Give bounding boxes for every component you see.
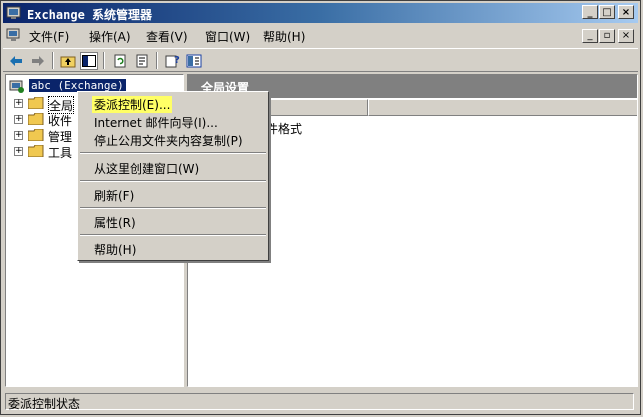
up-folder-icon[interactable] <box>59 52 77 70</box>
menu-separator <box>80 180 266 182</box>
status-bar: 委派控制状态 <box>3 391 638 412</box>
window-title: Exchange 系统管理器 <box>27 8 153 22</box>
menu-item-stop-public-folder-replication[interactable]: 停止公用文件夹内容复制(P) <box>94 132 243 149</box>
menu-file[interactable]: 文件(F) <box>29 28 69 45</box>
menu-item-delegate-control[interactable]: 委派控制(E)... <box>92 96 173 113</box>
status-panel: 委派控制状态 <box>5 393 634 411</box>
toolbar-separator <box>156 52 158 69</box>
expand-toggle[interactable]: + <box>14 131 23 140</box>
properties-help-icon[interactable]: ? <box>164 52 182 70</box>
mdi-restore-button[interactable]: ▫ <box>599 29 615 43</box>
expand-toggle[interactable]: + <box>14 99 23 108</box>
tree-node-recipients[interactable]: 收件 <box>48 112 72 128</box>
tree-node-tools[interactable]: 工具 <box>48 144 72 160</box>
toolbar-separator <box>103 52 105 69</box>
folder-icon <box>28 129 44 141</box>
maximize-button[interactable]: □ <box>599 5 615 19</box>
forward-arrow-icon[interactable] <box>29 52 47 70</box>
menu-action[interactable]: 操作(A) <box>89 28 131 45</box>
menu-item-internet-mail-wizard[interactable]: Internet 邮件向导(I)... <box>94 114 218 131</box>
mdi-close-button[interactable]: × <box>618 29 634 43</box>
refresh-icon[interactable] <box>111 52 129 70</box>
menu-help[interactable]: 帮助(H) <box>263 28 305 45</box>
context-menu: 委派控制(E)... Internet 邮件向导(I)... 停止公用文件夹内容… <box>77 91 269 261</box>
menu-bar: 文件(F) 操作(A) 查看(V) 窗口(W) 帮助(H) _ ▫ × <box>3 25 638 46</box>
mmc-child-window-icon[interactable] <box>6 27 22 43</box>
exchange-app-icon <box>6 6 21 19</box>
menu-item-refresh[interactable]: 刷新(F) <box>94 187 134 204</box>
minimize-button[interactable]: _ <box>582 5 598 19</box>
mdi-minimize-button[interactable]: _ <box>582 29 598 43</box>
show-tree-icon[interactable] <box>80 52 98 70</box>
column-header[interactable] <box>368 99 637 116</box>
toolbar-separator <box>52 52 54 69</box>
toolbar: ? <box>3 48 638 72</box>
status-text: 委派控制状态 <box>8 397 81 411</box>
tree-node-admin[interactable]: 管理 <box>48 128 72 144</box>
export-list-icon[interactable] <box>133 52 151 70</box>
close-button[interactable]: × <box>618 5 634 19</box>
menu-separator <box>80 234 266 236</box>
menu-item-properties[interactable]: 属性(R) <box>94 214 136 231</box>
menu-item-help[interactable]: 帮助(H) <box>94 241 136 258</box>
exchange-org-icon <box>9 80 24 93</box>
menu-view[interactable]: 查看(V) <box>146 28 188 45</box>
mmc-snapin-icon[interactable] <box>185 52 203 70</box>
menu-separator <box>80 152 266 154</box>
menu-separator <box>80 207 266 209</box>
menu-item-new-window-from-here[interactable]: 从这里创建窗口(W) <box>94 160 199 177</box>
svg-text:?: ? <box>174 55 180 66</box>
menu-window[interactable]: 窗口(W) <box>205 28 250 45</box>
folder-icon <box>28 97 44 109</box>
folder-icon <box>28 145 44 157</box>
app-window: Exchange 系统管理器 _ □ × 文件(F) 操作(A) 查看(V) 窗… <box>0 0 641 415</box>
title-bar[interactable]: Exchange 系统管理器 _ □ × <box>3 3 638 23</box>
expand-toggle[interactable]: + <box>14 147 23 156</box>
folder-icon <box>28 113 44 125</box>
expand-toggle[interactable]: + <box>14 115 23 124</box>
back-arrow-icon[interactable] <box>7 52 25 70</box>
